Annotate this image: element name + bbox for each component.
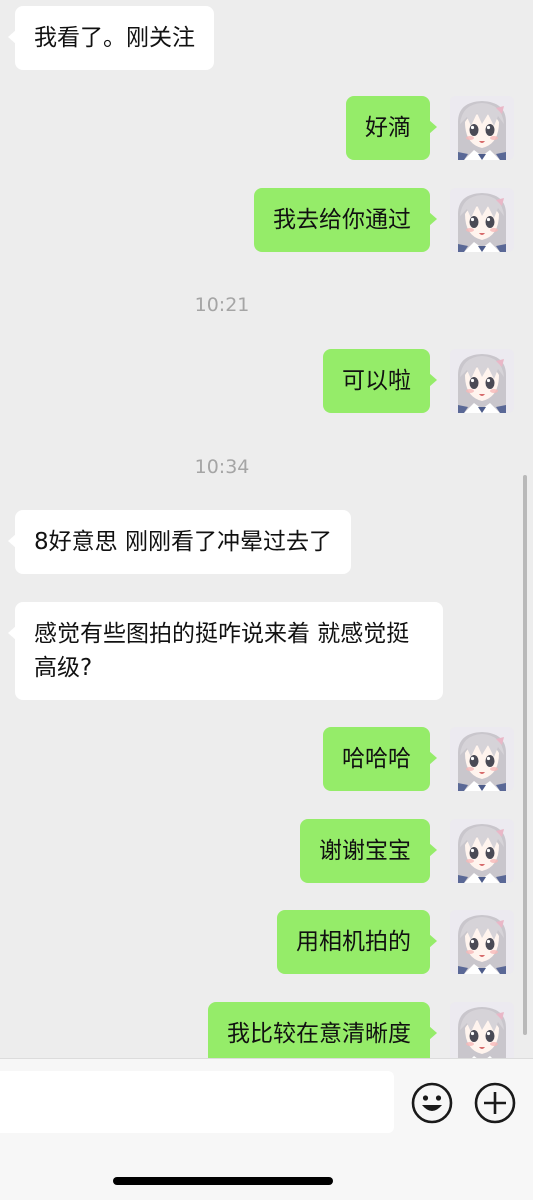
outgoing-message-bubble[interactable]: 我去给你通过 <box>254 188 437 252</box>
avatar[interactable] <box>450 819 514 883</box>
outgoing-message-bubble[interactable]: 好滴 <box>346 96 437 160</box>
message-text: 我比较在意清晰度 <box>227 1021 411 1047</box>
message-text: 哈哈哈 <box>342 746 411 772</box>
message-text: 用相机拍的 <box>296 929 411 955</box>
avatar[interactable] <box>450 727 514 791</box>
incoming-message-bubble[interactable]: 我看了。刚关注 <box>8 6 214 70</box>
message-text: 谢谢宝宝 <box>319 838 411 864</box>
timestamp: 10:34 <box>194 456 250 478</box>
avatar[interactable] <box>450 1002 514 1058</box>
avatar-image <box>450 1002 514 1058</box>
avatar[interactable] <box>450 96 514 160</box>
outgoing-message-bubble[interactable]: 可以啦 <box>323 349 437 413</box>
message-text: 我去给你通过 <box>273 207 411 233</box>
home-indicator[interactable] <box>113 1177 333 1185</box>
message-text: 8好意思 刚刚看了冲晕过去了 <box>34 529 332 555</box>
avatar-image <box>450 188 514 252</box>
avatar-image <box>450 349 514 413</box>
incoming-message-bubble[interactable]: 感觉有些图拍的挺咋说来着 就感觉挺高级? <box>8 602 443 700</box>
chat-history: 我看了。刚关注 好滴 我去给你通过 10:21 可以啦 10:34 8好意思 刚… <box>0 0 533 1058</box>
input-bar <box>0 1058 533 1200</box>
outgoing-message-bubble[interactable]: 哈哈哈 <box>323 727 437 791</box>
avatar-image <box>450 910 514 974</box>
avatar-image <box>450 727 514 791</box>
plus-circle-icon[interactable] <box>473 1081 517 1125</box>
timestamp: 10:21 <box>194 294 250 316</box>
avatar[interactable] <box>450 910 514 974</box>
message-text: 好滴 <box>365 115 411 141</box>
avatar[interactable] <box>450 349 514 413</box>
message-text: 我看了。刚关注 <box>34 25 195 51</box>
message-text: 感觉有些图拍的挺咋说来着 就感觉挺高级? <box>34 621 410 681</box>
avatar-image <box>450 96 514 160</box>
chat-scrollbar[interactable] <box>523 475 527 1035</box>
emoji-icon[interactable] <box>410 1081 454 1125</box>
message-text: 可以啦 <box>342 368 411 394</box>
outgoing-message-bubble[interactable]: 用相机拍的 <box>277 910 437 974</box>
outgoing-message-bubble[interactable]: 我比较在意清晰度 <box>208 1002 437 1058</box>
incoming-message-bubble[interactable]: 8好意思 刚刚看了冲晕过去了 <box>8 510 351 574</box>
message-input[interactable] <box>0 1071 394 1133</box>
outgoing-message-bubble[interactable]: 谢谢宝宝 <box>300 819 437 883</box>
avatar[interactable] <box>450 188 514 252</box>
avatar-image <box>450 819 514 883</box>
